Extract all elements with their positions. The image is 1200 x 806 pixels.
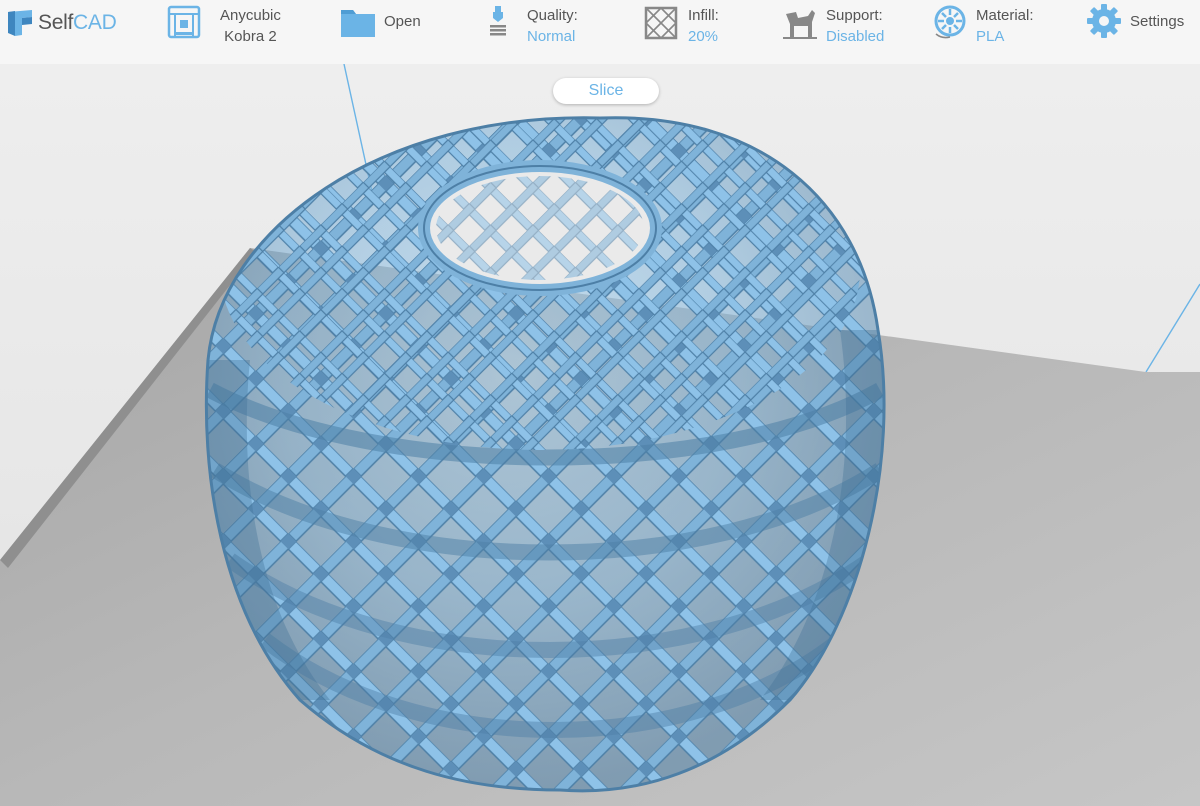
infill-label: Infill: [688,7,719,24]
support-icon [783,10,817,39]
app-name: SelfCAD [38,11,117,34]
printer-icon [167,5,201,39]
material-label: Material: [976,7,1034,24]
top-toolbar: SelfCAD Anycubic Kobra 2 Open Quality: N… [0,0,1200,64]
filament-spool-icon [934,5,966,39]
3d-viewport[interactable] [0,63,1200,806]
viewport-scene [0,63,1200,806]
selfcad-logo[interactable]: SelfCAD [6,8,117,38]
quality-label: Quality: [527,7,578,24]
settings-label: Settings [1130,13,1185,30]
gear-icon [1087,4,1121,38]
slicer-app: SelfCAD Anycubic Kobra 2 Open Quality: N… [0,0,1200,806]
infill-grid-icon [644,6,678,40]
material-value: PLA [976,28,1005,45]
printer-name-line2: Kobra 2 [224,28,277,45]
slice-button[interactable]: Slice [553,78,659,104]
support-value: Disabled [826,28,885,45]
selfcad-logo-icon [8,10,32,36]
open-label: Open [384,13,421,30]
printer-name-line1: Anycubic [220,7,281,24]
folder-icon [341,10,375,37]
infill-value: 20% [688,28,719,45]
support-label: Support: [826,7,883,24]
quality-value: Normal [527,28,576,45]
nozzle-icon [490,6,506,36]
